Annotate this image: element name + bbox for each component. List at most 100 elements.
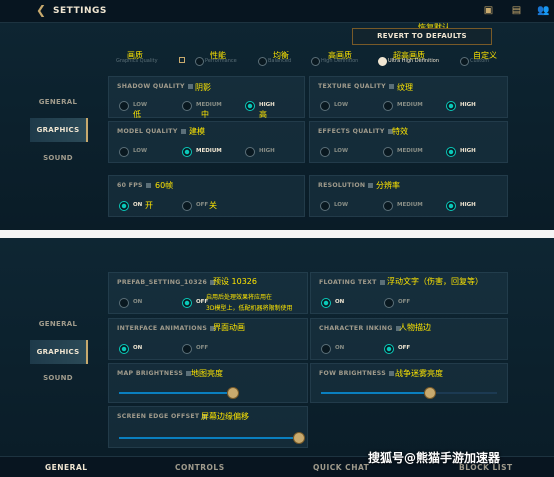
radio-icon bbox=[195, 57, 204, 66]
info-icon bbox=[187, 83, 193, 89]
screen-edge-offset-label: SCREEN EDGE OFFSET bbox=[117, 413, 208, 420]
revert-to-defaults-button[interactable]: REVERT TO DEFAULTS bbox=[352, 28, 492, 45]
info-icon bbox=[145, 182, 151, 188]
model-quality-card: MODEL QUALITY 建模 LOW MEDIUM HIGH bbox=[108, 121, 305, 163]
friends-icon[interactable]: 👥 bbox=[537, 5, 549, 16]
map-brightness-slider[interactable] bbox=[119, 387, 239, 399]
info-icon bbox=[388, 370, 394, 376]
info-icon bbox=[379, 279, 385, 285]
nav-general-2[interactable]: GENERAL bbox=[30, 320, 86, 328]
info-icon bbox=[179, 57, 185, 63]
floating-text-annot: 浮动文字（伤害，回复等） bbox=[387, 277, 483, 286]
radio-icon bbox=[311, 57, 320, 66]
radio-icon bbox=[384, 344, 394, 354]
tab-quick-chat[interactable]: QUICK CHAT bbox=[313, 463, 369, 472]
radio-icon bbox=[119, 147, 129, 157]
fow-brightness-slider[interactable] bbox=[321, 387, 497, 399]
radio-icon bbox=[258, 57, 267, 66]
resolution-annot: 分辨率 bbox=[376, 181, 400, 190]
radio-icon bbox=[119, 344, 129, 354]
tab-controls[interactable]: CONTROLS bbox=[175, 463, 225, 472]
radio-icon bbox=[245, 101, 255, 111]
texture-quality-card: TEXTURE QUALITY 纹理 LOW MEDIUM HIGH bbox=[309, 76, 508, 118]
radio-icon bbox=[119, 101, 129, 111]
nav-sound[interactable]: SOUND bbox=[30, 154, 86, 162]
watermark-text: 搜狐号@熊猫手游加速器 bbox=[368, 451, 501, 465]
shadow-high-annot: 高 bbox=[259, 110, 267, 119]
effects-quality-card: EFFECTS QUALITY 特效 LOW MEDIUM HIGH bbox=[309, 121, 508, 163]
effects-quality-label: EFFECTS QUALITY bbox=[318, 128, 393, 135]
screen-edge-offset-annot: 屏幕边缘偏移 bbox=[201, 412, 249, 421]
fps-card: 60 FPS 60帧 ON 开 OFF 关 bbox=[108, 175, 305, 217]
info-icon bbox=[388, 83, 394, 89]
texture-quality-label: TEXTURE QUALITY bbox=[318, 83, 394, 90]
model-quality-annot: 建模 bbox=[189, 127, 205, 136]
shadow-medium-annot: 中 bbox=[201, 110, 209, 119]
chat-icon[interactable]: ▤ bbox=[511, 5, 522, 16]
floating-text-card: FLOATING TEXT 浮动文字（伤害，回复等） ON OFF bbox=[310, 272, 508, 314]
back-chevron-icon[interactable]: ❮ bbox=[36, 4, 48, 16]
prefab-setting-card: PREFAB_SETTING_10326 预设 10326 ON OFF 启用后… bbox=[108, 272, 308, 314]
shadow-quality-annot: 阴影 bbox=[195, 83, 211, 92]
quest-icon[interactable]: ▣ bbox=[483, 5, 494, 16]
radio-icon bbox=[378, 57, 387, 66]
tab-general[interactable]: GENERAL bbox=[45, 463, 88, 472]
slider-knob[interactable] bbox=[227, 387, 239, 399]
radio-icon bbox=[321, 298, 331, 308]
nav-general[interactable]: GENERAL bbox=[30, 98, 86, 106]
top-bar: ❮ SETTINGS ▣ ▤ 👥 bbox=[0, 0, 554, 23]
slider-knob[interactable] bbox=[293, 432, 305, 444]
panel-separator bbox=[0, 230, 554, 238]
radio-icon bbox=[182, 298, 192, 308]
radio-icon bbox=[182, 101, 192, 111]
page-title: SETTINGS bbox=[53, 6, 107, 16]
info-icon bbox=[368, 182, 374, 188]
radio-icon bbox=[383, 147, 393, 157]
radio-icon bbox=[320, 101, 330, 111]
fow-brightness-card: FOW BRIGHTNESS 战争迷雾亮度 bbox=[310, 363, 508, 403]
radio-icon bbox=[119, 298, 129, 308]
shadow-low-annot: 低 bbox=[133, 110, 141, 119]
info-icon bbox=[180, 128, 186, 134]
radio-icon bbox=[384, 298, 394, 308]
radio-icon bbox=[383, 201, 393, 211]
radio-icon bbox=[383, 101, 393, 111]
nav-graphics[interactable]: GRAPHICS bbox=[30, 118, 88, 142]
shadow-quality-label: SHADOW QUALITY bbox=[117, 83, 193, 90]
fow-brightness-annot: 战争迷雾亮度 bbox=[395, 369, 443, 378]
floating-text-label: FLOATING TEXT bbox=[319, 279, 385, 286]
screen-edge-offset-slider[interactable] bbox=[119, 432, 305, 444]
effects-quality-annot: 特效 bbox=[392, 127, 408, 136]
radio-icon bbox=[446, 147, 456, 157]
slider-fill bbox=[321, 392, 431, 394]
graphics-preset-bar: Graphics Quality Performance Balanced Hi… bbox=[116, 57, 490, 66]
character-inking-annot: 人物描边 bbox=[399, 323, 431, 332]
radio-icon bbox=[119, 201, 129, 211]
fps-label: 60 FPS bbox=[117, 182, 151, 189]
fps-off-annot: 关 bbox=[209, 201, 217, 210]
model-quality-label: MODEL QUALITY bbox=[117, 128, 186, 135]
radio-icon bbox=[320, 201, 330, 211]
character-inking-card: CHARACTER INKING 人物描边 ON OFF bbox=[310, 318, 508, 360]
map-brightness-annot: 地图亮度 bbox=[191, 369, 223, 378]
radio-icon bbox=[460, 57, 469, 66]
nav-sound-2[interactable]: SOUND bbox=[30, 374, 86, 382]
radio-icon bbox=[182, 344, 192, 354]
prefab-note-line1: 启用后处理效果将应用在 bbox=[206, 294, 273, 301]
prefab-annot: 预设 10326 bbox=[213, 277, 257, 286]
radio-icon bbox=[321, 344, 331, 354]
radio-icon bbox=[182, 201, 192, 211]
screen-edge-offset-card: SCREEN EDGE OFFSET 屏幕边缘偏移 bbox=[108, 406, 308, 448]
texture-quality-annot: 纹理 bbox=[397, 83, 413, 92]
graphics-settings-panel-top: ❮ SETTINGS ▣ ▤ 👥 GENERAL GRAPHICS SOUND … bbox=[0, 0, 554, 230]
shadow-quality-card: SHADOW QUALITY 阴影 LOW MEDIUM HIGH 低 中 高 bbox=[108, 76, 305, 119]
nav-graphics-2[interactable]: GRAPHICS bbox=[30, 340, 88, 364]
slider-fill bbox=[119, 392, 233, 394]
interface-animations-annot: 界面动画 bbox=[213, 323, 245, 332]
slider-knob[interactable] bbox=[424, 387, 437, 399]
fps-on-annot: 开 bbox=[145, 201, 153, 210]
radio-icon bbox=[446, 201, 456, 211]
interface-animations-label: INTERFACE ANIMATIONS bbox=[117, 325, 216, 332]
prefab-note-line2: 3D模型上，低配机器将限制使用 bbox=[206, 305, 293, 312]
graphics-settings-panel-bottom: GENERAL GRAPHICS SOUND PREFAB_SETTING_10… bbox=[0, 238, 554, 476]
